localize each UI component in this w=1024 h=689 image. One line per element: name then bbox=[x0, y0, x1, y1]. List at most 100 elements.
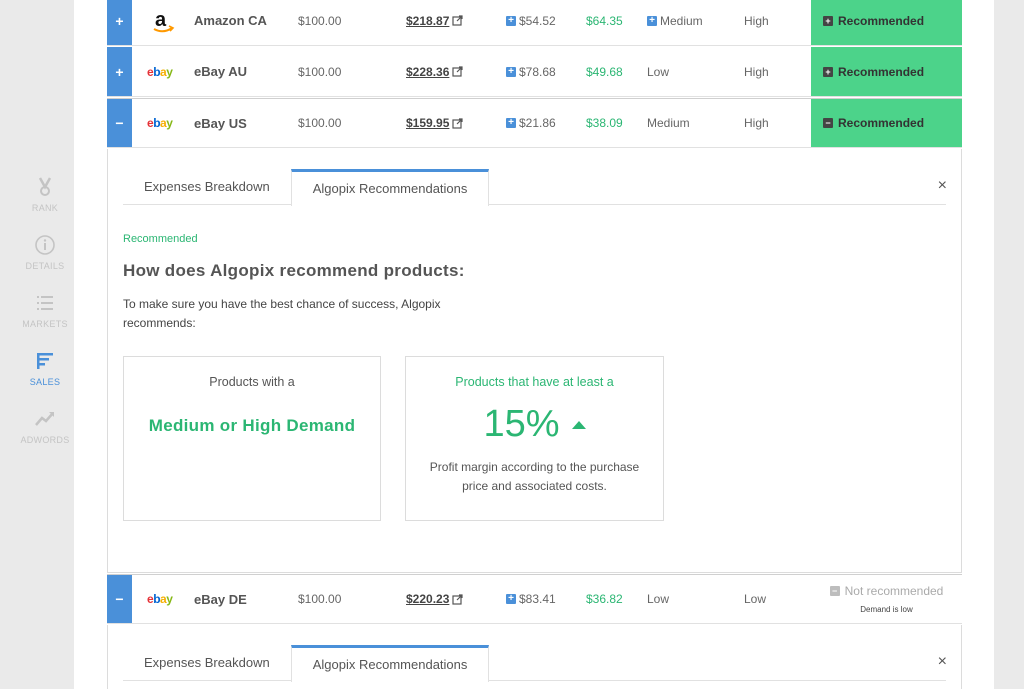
market-row-ebay-de: − ebay eBay DE $100.00 $220.23 + $83.41 $… bbox=[107, 574, 962, 624]
buy-price: $100.00 bbox=[298, 592, 342, 606]
recommendation-badge[interactable]: + Recommended bbox=[811, 0, 962, 45]
sell-price-link[interactable]: $228.36 bbox=[406, 65, 506, 79]
cost-cell[interactable]: + $21.86 bbox=[506, 116, 586, 130]
sidebar-item-adwords[interactable]: ADWORDS bbox=[14, 408, 76, 466]
recommendations-panel-2: Expenses Breakdown Algopix Recommendatio… bbox=[107, 625, 962, 689]
sell-price-link[interactable]: $220.23 bbox=[406, 592, 506, 606]
buy-price: $100.00 bbox=[298, 64, 342, 79]
cost-cell[interactable]: + $83.41 bbox=[506, 592, 586, 606]
sidebar-item-markets[interactable]: MARKETS bbox=[14, 292, 76, 350]
demand-value: Low bbox=[647, 592, 670, 606]
profit-value: $64.35 bbox=[586, 13, 623, 28]
recommendation-badge[interactable]: − Not recommended Demand is low bbox=[811, 575, 962, 623]
trend-icon bbox=[35, 412, 54, 426]
profit-value: $49.68 bbox=[586, 64, 623, 79]
plus-square-icon: + bbox=[823, 15, 833, 26]
competition-value: High bbox=[744, 116, 769, 130]
market-name: eBay AU bbox=[194, 64, 247, 79]
recommended-label: Recommended bbox=[123, 233, 198, 245]
market-name: eBay US bbox=[194, 115, 247, 131]
amazon-logo: a bbox=[132, 7, 194, 35]
sell-price-link[interactable]: $159.95 bbox=[406, 116, 506, 130]
demand-value: Low bbox=[647, 64, 670, 79]
svg-text:ebay: ebay bbox=[147, 116, 173, 130]
close-icon[interactable]: × bbox=[938, 177, 947, 195]
cost-cell[interactable]: + $54.52 bbox=[506, 14, 586, 28]
cost-value: $78.68 bbox=[519, 64, 556, 79]
close-icon[interactable]: × bbox=[938, 653, 947, 671]
sales-icon bbox=[37, 353, 53, 369]
external-link-icon bbox=[452, 593, 463, 605]
external-link-icon bbox=[452, 117, 463, 129]
demand-value: Medium bbox=[660, 13, 703, 28]
ebay-logo: ebay bbox=[132, 65, 194, 79]
recommendation-label: Recommended bbox=[838, 116, 925, 130]
recommendation-badge[interactable]: + Recommended bbox=[811, 47, 962, 96]
cost-cell[interactable]: + $78.68 bbox=[506, 65, 586, 79]
buy-price: $100.00 bbox=[298, 116, 342, 130]
sidebar-nav: RANK DETAILS MARKETS SALES ADWORDS bbox=[14, 176, 76, 466]
recommendation-status: − Not recommended bbox=[829, 584, 943, 598]
competition-value: Low bbox=[744, 592, 767, 606]
card-caption: Products with a bbox=[209, 375, 295, 389]
svg-text:a: a bbox=[155, 9, 167, 31]
medal-icon bbox=[38, 177, 52, 196]
cost-value: $83.41 bbox=[519, 592, 556, 606]
plus-box-icon: + bbox=[506, 66, 516, 77]
recommendation-badge[interactable]: − Recommended bbox=[811, 99, 962, 147]
recommendation-label: Recommended bbox=[838, 13, 925, 28]
tab-expenses-breakdown[interactable]: Expenses Breakdown bbox=[123, 645, 291, 681]
expand-toggle-button[interactable]: + bbox=[107, 47, 132, 96]
sidebar-item-sales[interactable]: SALES bbox=[14, 350, 76, 408]
profit-value: $38.09 bbox=[586, 116, 623, 130]
plus-box-icon: + bbox=[506, 15, 516, 26]
recommendations-panel: Expenses Breakdown Algopix Recommendatio… bbox=[107, 149, 962, 573]
margin-criteria-card: Products that have at least a 15% Profit… bbox=[405, 356, 664, 521]
market-row-ebay-us: − ebay eBay US $100.00 $159.95 + $21.86 $… bbox=[107, 98, 962, 148]
svg-text:ebay: ebay bbox=[147, 65, 173, 79]
recommendation-reason: Demand is low bbox=[860, 605, 913, 614]
sidebar-item-label: RANK bbox=[31, 203, 59, 213]
collapse-toggle-button[interactable]: − bbox=[107, 575, 132, 623]
ebay-logo: ebay bbox=[132, 116, 194, 130]
cost-value: $54.52 bbox=[519, 13, 556, 28]
collapse-toggle-button[interactable]: − bbox=[107, 99, 132, 147]
expand-toggle-button[interactable]: + bbox=[107, 0, 132, 45]
plus-square-icon: + bbox=[823, 66, 833, 77]
recommendation-label: Recommended bbox=[838, 64, 925, 79]
sidebar-item-label: ADWORDS bbox=[20, 435, 70, 445]
tab-algopix-recommendations[interactable]: Algopix Recommendations bbox=[290, 169, 490, 206]
sidebar-item-label: DETAILS bbox=[25, 261, 65, 271]
sidebar-item-label: SALES bbox=[29, 377, 61, 387]
minus-square-icon: − bbox=[823, 118, 833, 128]
tab-algopix-recommendations[interactable]: Algopix Recommendations bbox=[290, 645, 490, 682]
demand-cell[interactable]: + Medium bbox=[647, 14, 744, 28]
panel-heading: How does Algopix recommend products: bbox=[123, 261, 465, 280]
demand-value: Medium bbox=[647, 116, 690, 130]
sell-price-link[interactable]: $218.87 bbox=[406, 14, 506, 28]
margin-value: 15% bbox=[483, 403, 560, 445]
list-icon bbox=[37, 296, 53, 310]
sell-price: $159.95 bbox=[406, 116, 450, 130]
svg-text:ebay: ebay bbox=[147, 592, 173, 606]
panel-tabs: Expenses Breakdown Algopix Recommendatio… bbox=[123, 645, 946, 682]
tab-expenses-breakdown[interactable]: Expenses Breakdown bbox=[123, 169, 291, 205]
margin-percentage: 15% bbox=[406, 403, 663, 446]
sell-price: $218.87 bbox=[406, 13, 450, 28]
up-arrow-icon bbox=[571, 420, 586, 429]
market-name: eBay DE bbox=[194, 591, 247, 607]
market-name: Amazon CA bbox=[194, 13, 267, 28]
external-link-icon bbox=[452, 66, 463, 77]
competition-value: High bbox=[744, 64, 769, 79]
plus-box-icon: + bbox=[506, 118, 516, 128]
plus-box-icon: + bbox=[647, 15, 657, 26]
competition-value: High bbox=[744, 13, 769, 28]
market-row-ebay-au: + ebay eBay AU $100.00 $228.36 + $78.68 $… bbox=[107, 47, 962, 97]
plus-box-icon: + bbox=[506, 594, 516, 604]
sidebar-item-rank[interactable]: RANK bbox=[14, 176, 76, 234]
sidebar-item-details[interactable]: DETAILS bbox=[14, 234, 76, 292]
demand-criteria-text: Medium or High Demand bbox=[148, 416, 356, 435]
panel-tabs: Expenses Breakdown Algopix Recommendatio… bbox=[123, 169, 946, 206]
panel-description: To make sure you have the best chance of… bbox=[123, 297, 441, 330]
external-link-icon bbox=[452, 15, 463, 26]
